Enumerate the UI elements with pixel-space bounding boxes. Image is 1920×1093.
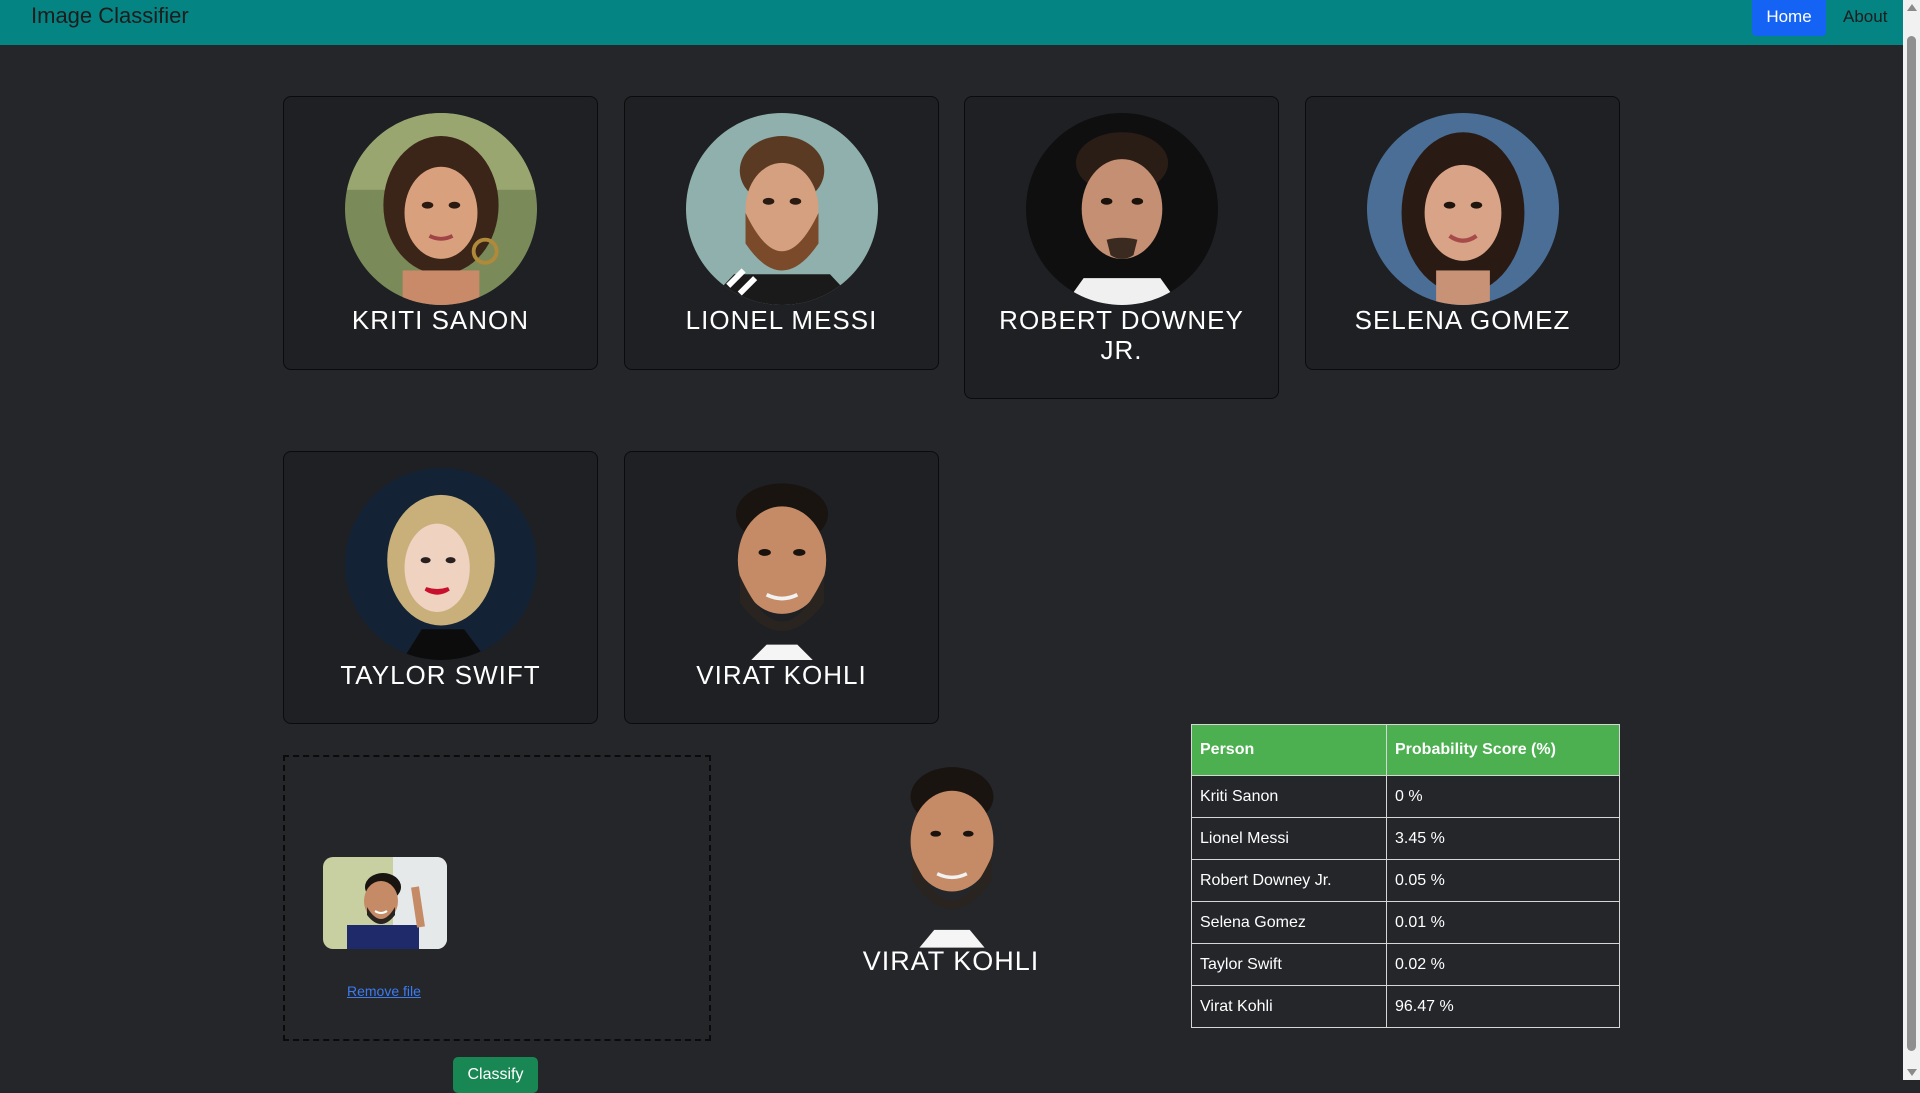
table-row: Selena Gomez 0.01 % [1191,901,1620,944]
table-header-row: Person Probability Score (%) [1191,724,1620,776]
table-row: Virat Kohli 96.47 % [1191,985,1620,1028]
person-cell: Lionel Messi [1191,817,1387,860]
probability-table: Person Probability Score (%) Kriti Sanon… [1191,724,1620,1028]
result-portrait-virat-kohli-icon [878,752,1026,948]
nav-home-link[interactable]: Home [1752,0,1826,36]
scrollbar-thumb[interactable] [1907,36,1916,1051]
page-scrollbar[interactable] [1903,0,1920,1080]
person-cell: Kriti Sanon [1191,775,1387,818]
portrait-lionel-messi-icon [686,113,878,305]
person-cell: Robert Downey Jr. [1191,859,1387,902]
classify-button[interactable]: Classify [453,1057,538,1093]
portrait-kriti-sanon-icon [345,113,537,305]
person-cell: Virat Kohli [1191,985,1387,1028]
celebrity-card-selena-gomez: SELENA GOMEZ [1305,96,1620,370]
celebrity-card-kriti-sanon: KRITI SANON [283,96,598,370]
column-header-person: Person [1191,724,1387,776]
score-cell: 0.05 % [1386,859,1620,902]
table-row: Lionel Messi 3.45 % [1191,817,1620,860]
celebrity-name: LIONEL MESSI [685,305,878,335]
score-cell: 3.45 % [1386,817,1620,860]
celebrity-name: VIRAT KOHLI [696,660,867,690]
table-row: Kriti Sanon 0 % [1191,775,1620,818]
brand-title[interactable]: Image Classifier [31,3,189,29]
portrait-selena-gomez-icon [1367,113,1559,305]
celebrity-name: KRITI SANON [351,305,530,335]
remove-file-link[interactable]: Remove file [347,983,421,999]
upload-dropzone[interactable]: Remove file [283,755,711,1041]
portrait-robert-downey-jr-icon [1026,113,1218,305]
portrait-virat-kohli-icon [686,468,878,660]
celebrity-card-robert-downey-jr: ROBERT DOWNEY JR. [964,96,1279,399]
column-header-score: Probability Score (%) [1386,724,1620,776]
scroll-down-arrow-icon[interactable] [1907,1069,1917,1076]
table-row: Robert Downey Jr. 0.05 % [1191,859,1620,902]
person-cell: Taylor Swift [1191,943,1387,986]
uploaded-image-thumbnail [323,857,447,949]
score-cell: 0 % [1386,775,1620,818]
result-name: VIRAT KOHLI [862,946,1040,976]
portrait-taylor-swift-icon [345,468,537,660]
celebrity-card-lionel-messi: LIONEL MESSI [624,96,939,370]
scroll-up-arrow-icon[interactable] [1907,4,1917,11]
celebrity-name: ROBERT DOWNEY JR. [999,305,1244,365]
score-cell: 96.47 % [1386,985,1620,1028]
celebrity-name: SELENA GOMEZ [1354,305,1571,335]
celebrity-card-taylor-swift: TAYLOR SWIFT [283,451,598,724]
person-cell: Selena Gomez [1191,901,1387,944]
table-row: Taylor Swift 0.02 % [1191,943,1620,986]
score-cell: 0.01 % [1386,901,1620,944]
celebrity-card-virat-kohli: VIRAT KOHLI [624,451,939,724]
score-cell: 0.02 % [1386,943,1620,986]
celebrity-name: TAYLOR SWIFT [340,660,541,690]
navbar: Image Classifier Home About [0,0,1903,45]
nav-about-link[interactable]: About [1843,0,1887,36]
